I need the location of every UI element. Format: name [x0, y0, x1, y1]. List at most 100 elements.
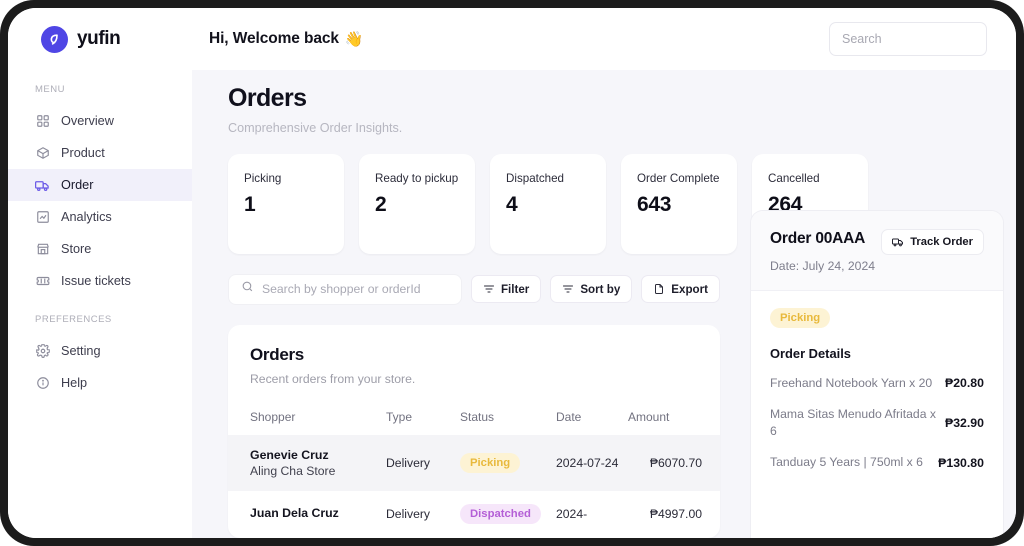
order-item-row: Mama Sitas Menudo Afritada x 6 ₱32.90 [770, 406, 984, 439]
sidebar-section-menu-label: MENU [35, 84, 65, 95]
cell-date: 2024-07-24 [556, 434, 628, 491]
cell-date: 2024- [556, 506, 588, 521]
order-detail-date: Date: July 24, 2024 [770, 259, 876, 273]
track-order-button[interactable]: Track Order [881, 229, 984, 255]
main-inner: Orders Comprehensive Order Insights. Pic… [192, 84, 1016, 538]
stat-label: Dispatched [506, 171, 565, 185]
filter-button[interactable]: Filter [470, 275, 542, 304]
ticket-icon [35, 274, 50, 289]
cell-type: Delivery [386, 434, 460, 491]
orders-table-head: Shopper Type Status Date Amount [228, 402, 720, 435]
orders-table-card: Orders Recent orders from your store. Sh… [228, 324, 720, 538]
cell-shopper: Juan Dela Cruz [228, 491, 386, 537]
sidebar-item-help[interactable]: Help [8, 367, 192, 399]
sort-icon [562, 283, 574, 295]
orders-table-title: Orders [250, 344, 304, 364]
page-subtitle: Comprehensive Order Insights. [228, 120, 403, 135]
sidebar: MENU Overview Product Order Analytics St… [8, 70, 192, 538]
sidebar-item-issue-tickets[interactable]: Issue tickets [8, 265, 192, 297]
sidebar-item-order[interactable]: Order [8, 169, 192, 201]
wave-emoji-icon: 👋 [344, 31, 364, 48]
stat-value: 4 [506, 193, 518, 217]
column-header-date[interactable]: Date [556, 402, 628, 435]
stat-label: Picking [244, 171, 282, 185]
export-label: Export [671, 282, 708, 296]
order-detail-body: Picking Order Details Freehand Notebook … [751, 291, 1003, 486]
stat-value: 2 [375, 193, 387, 217]
main-content: Orders Comprehensive Order Insights. Pic… [192, 70, 1016, 538]
column-header-amount[interactable]: Amount [628, 402, 720, 435]
orders-search[interactable] [228, 273, 462, 305]
order-details-title: Order Details [770, 346, 851, 361]
stat-card-ready-to-pickup[interactable]: Ready to pickup 2 [359, 153, 475, 254]
body: MENU Overview Product Order Analytics St… [8, 70, 1016, 538]
file-icon [653, 283, 665, 295]
order-item-row: Freehand Notebook Yarn x 20 ₱20.80 [770, 375, 984, 391]
orders-table-subtitle: Recent orders from your store. [250, 371, 416, 386]
table-row[interactable]: Juan Dela Cruz Delivery Dispatched 2024-… [228, 491, 720, 537]
table-row[interactable]: Genevie Cruz Aling Cha Store Delivery Pi… [228, 434, 720, 491]
truck-icon [35, 178, 50, 193]
stat-value: 643 [637, 193, 672, 217]
sidebar-item-analytics[interactable]: Analytics [8, 201, 192, 233]
column-header-type[interactable]: Type [386, 402, 460, 435]
header-search-input[interactable] [829, 22, 987, 56]
cell-shopper: Genevie Cruz Aling Cha Store [228, 434, 386, 491]
orders-table-body: Genevie Cruz Aling Cha Store Delivery Pi… [228, 434, 720, 537]
cell-status: Dispatched [460, 491, 556, 537]
cell-status: Picking [460, 434, 556, 491]
orders-search-input[interactable] [262, 282, 449, 297]
brand-name: yufin [77, 28, 121, 49]
top-bar: yufin Hi, Welcome back 👋 [8, 8, 1016, 70]
yufin-leaf-logo-icon [41, 25, 68, 53]
sidebar-item-label: Issue tickets [61, 274, 131, 288]
orders-table-header: Orders Recent orders from your store. [228, 345, 720, 386]
order-detail-column: Order 00AAA Track Order Date: July 24, 2… [742, 84, 1016, 538]
stat-card-order-complete[interactable]: Order Complete 643 [621, 153, 737, 254]
sidebar-item-overview[interactable]: Overview [8, 105, 192, 137]
app-screen: yufin Hi, Welcome back 👋 MENU Overview [8, 8, 1016, 538]
stat-label: Order Complete [637, 171, 720, 185]
shopper-name: Genevie Cruz [250, 447, 329, 462]
order-item-name: Freehand Notebook Yarn x 20 [770, 376, 933, 390]
brand[interactable]: yufin [8, 25, 192, 53]
sidebar-item-label: Store [61, 242, 92, 256]
sidebar-item-label: Product [61, 146, 105, 160]
export-button[interactable]: Export [641, 275, 720, 304]
page-title: Orders [228, 84, 307, 112]
order-item-name: Mama Sitas Menudo Afritada x 6 [770, 407, 936, 438]
shopper-name: Juan Dela Cruz [250, 505, 339, 520]
shopper-store: Aling Cha Store [250, 463, 336, 478]
sort-by-button[interactable]: Sort by [550, 275, 633, 304]
table-header-row: Shopper Type Status Date Amount [228, 402, 720, 435]
cell-amount: ₱4997.00 [649, 506, 702, 521]
order-detail-title: Order 00AAA [770, 230, 866, 247]
welcome-text: Hi, Welcome back [209, 30, 339, 47]
status-badge: Picking [770, 308, 831, 328]
stat-card-dispatched[interactable]: Dispatched 4 [490, 153, 606, 254]
orders-table: Shopper Type Status Date Amount Genevie … [228, 402, 720, 537]
column-header-status[interactable]: Status [460, 402, 556, 435]
store-icon [35, 242, 50, 257]
sidebar-item-setting[interactable]: Setting [8, 335, 192, 367]
info-icon [35, 376, 50, 391]
stat-card-picking[interactable]: Picking 1 [228, 153, 344, 254]
column-header-shopper[interactable]: Shopper [228, 402, 386, 435]
order-item-row: Tanduay 5 Years | 750ml x 6 ₱130.80 [770, 454, 984, 470]
sidebar-item-product[interactable]: Product [8, 137, 192, 169]
gear-icon [35, 344, 50, 359]
stat-label: Ready to pickup [375, 171, 459, 185]
welcome-message: Hi, Welcome back 👋 [209, 30, 364, 48]
order-detail-panel: Order 00AAA Track Order Date: July 24, 2… [750, 210, 1004, 538]
order-status-row: Picking [770, 308, 984, 328]
cell-amount: ₱6070.70 [628, 434, 720, 491]
sidebar-item-store[interactable]: Store [8, 233, 192, 265]
cell-type: Delivery [386, 506, 431, 521]
order-item-name: Tanduay 5 Years | 750ml x 6 [770, 455, 923, 470]
orders-column: Orders Comprehensive Order Insights. Pic… [192, 84, 868, 538]
filter-icon [483, 283, 495, 295]
truck-icon [892, 236, 904, 248]
sidebar-item-label: Setting [61, 344, 101, 358]
device-frame: yufin Hi, Welcome back 👋 MENU Overview [0, 0, 1024, 546]
